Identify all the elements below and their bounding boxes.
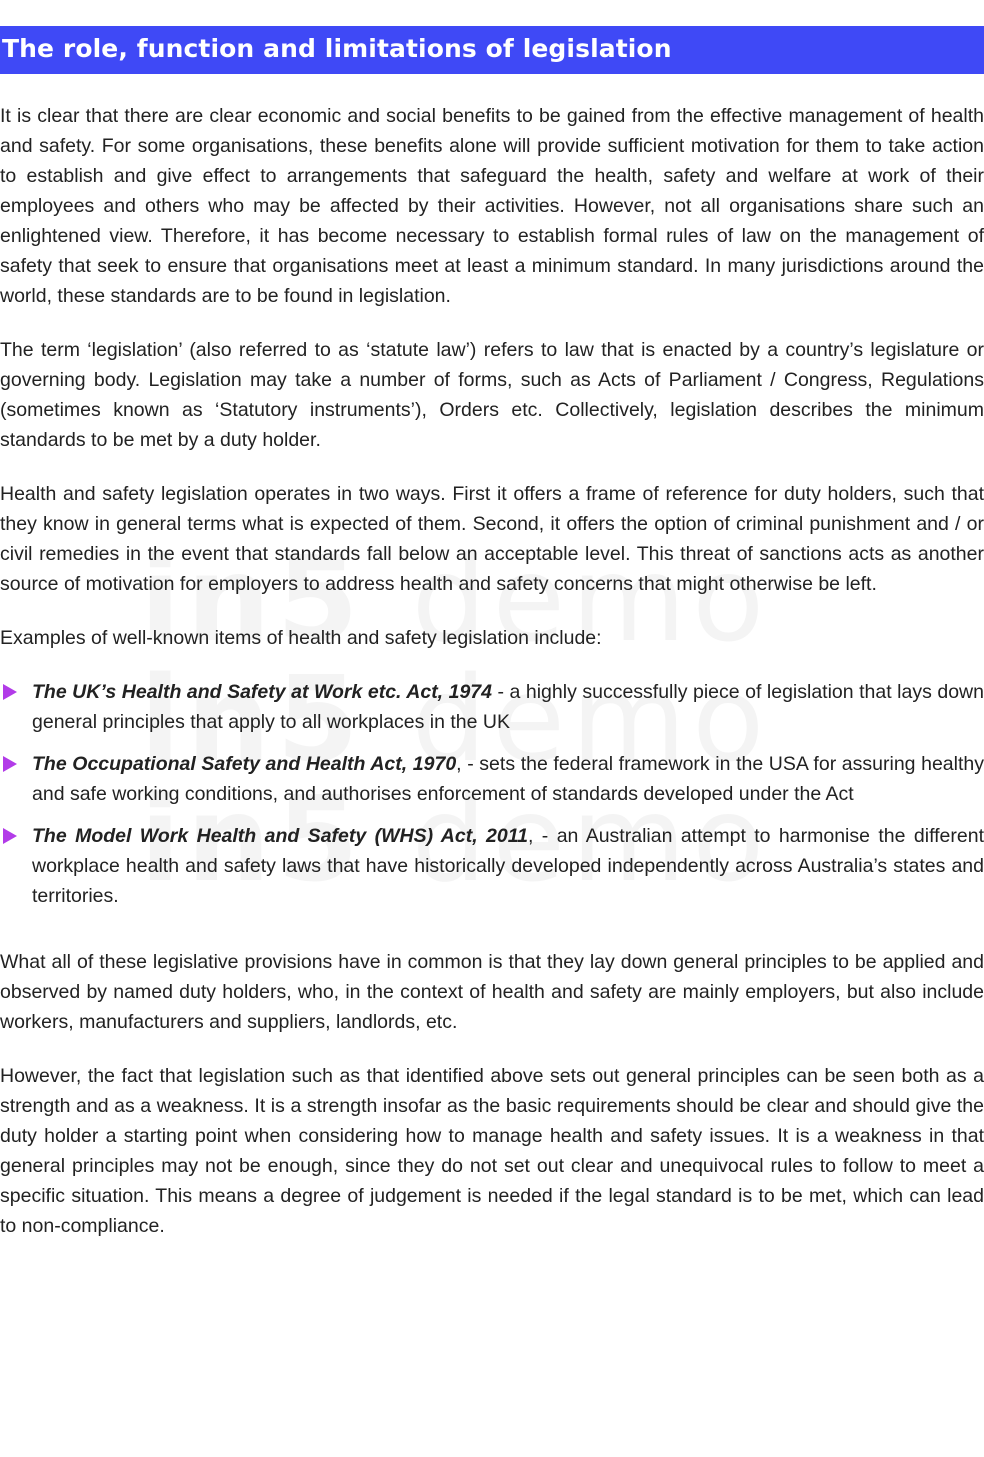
- act-name: The Occupational Safety and Health Act, …: [32, 753, 457, 775]
- act-name: The Model Work Health and Safety (WHS) A…: [32, 825, 528, 847]
- list-item: The UK’s Health and Safety at Work etc. …: [0, 677, 984, 737]
- paragraph-examples-intro: Examples of well-known items of health a…: [0, 627, 602, 649]
- bullet-arrow-icon: [3, 828, 17, 844]
- document-page: The role, function and limitations of le…: [0, 0, 984, 1457]
- paragraph-intro: It is clear that there are clear economi…: [0, 105, 984, 307]
- heading-bar: The role, function and limitations of le…: [0, 26, 984, 74]
- act-name: The UK’s Health and Safety at Work etc. …: [32, 681, 492, 703]
- bullet-arrow-icon: [3, 684, 17, 700]
- list-item: The Model Work Health and Safety (WHS) A…: [0, 821, 984, 911]
- bullet-arrow-icon: [3, 756, 17, 772]
- body-content: It is clear that there are clear economi…: [0, 101, 984, 1265]
- paragraph-common-principles: What all of these legislative provisions…: [0, 951, 984, 1033]
- list-item: The Occupational Safety and Health Act, …: [0, 749, 984, 809]
- paragraph-legislation-term: The term ‘legislation’ (also referred to…: [0, 339, 984, 451]
- legislation-examples-list: The UK’s Health and Safety at Work etc. …: [0, 677, 984, 911]
- page-title: The role, function and limitations of le…: [2, 34, 672, 63]
- paragraph-strength-weakness: However, the fact that legislation such …: [0, 1065, 984, 1237]
- paragraph-operates-two-ways: Health and safety legislation operates i…: [0, 483, 984, 595]
